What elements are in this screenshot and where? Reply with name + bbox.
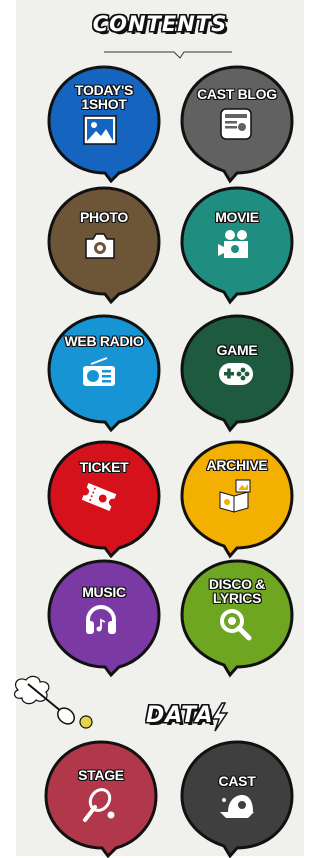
camera-icon (85, 233, 115, 259)
blog-icon (220, 108, 252, 140)
lightning-icon (210, 702, 229, 732)
menu-todays-1shot-button[interactable]: TODAY'S 1SHOT (45, 63, 163, 184)
ticket-icon (81, 483, 117, 511)
gamepad-icon (219, 363, 253, 385)
racket-doodle-icon (13, 675, 93, 729)
headphones-icon (86, 605, 116, 634)
menu-disco-lyrics-button[interactable]: DISCO & LYRICS (178, 557, 296, 678)
tennis-racket-icon (83, 788, 115, 822)
menu-label: MUSIC (82, 584, 126, 600)
menu-label: MOVIE (215, 209, 259, 225)
menu-label: CAST BLOG (197, 86, 277, 102)
menu-stage-button[interactable]: STAGE (42, 738, 160, 858)
menu-ticket-button[interactable]: TICKET (45, 438, 163, 559)
contents-heading: CONTENTS (92, 12, 228, 36)
video-camera-icon (218, 230, 248, 258)
menu-label: WEB RADIO (64, 333, 144, 349)
menu-label: TODAY'S 1SHOT (74, 82, 134, 112)
radio-icon (83, 357, 115, 386)
menu-cast-button[interactable]: CAST (178, 738, 296, 858)
heading-underline (104, 51, 232, 59)
menu-web-radio-button[interactable]: WEB RADIO (45, 312, 163, 433)
menu-music-button[interactable]: MUSIC (45, 557, 163, 678)
menu-cast-blog-button[interactable]: CAST BLOG (178, 63, 296, 184)
menu-label: ARCHIVE (206, 457, 268, 473)
menu-movie-button[interactable]: MOVIE (178, 184, 296, 305)
menu-label: STAGE (78, 767, 124, 783)
menu-archive-button[interactable]: ARCHIVE (178, 438, 296, 559)
menu-label: GAME (216, 342, 258, 358)
cap-icon (220, 795, 254, 818)
menu-game-button[interactable]: GAME (178, 312, 296, 433)
image-icon (83, 115, 117, 145)
archive-book-icon (219, 479, 251, 513)
menu-label: TICKET (79, 459, 129, 475)
data-heading: DATA (146, 703, 214, 728)
menu-label: PHOTO (79, 209, 129, 225)
magnifier-icon (220, 609, 252, 641)
menu-label: CAST (218, 773, 256, 789)
menu-label: DISCO & LYRICS (208, 576, 266, 606)
menu-photo-button[interactable]: PHOTO (45, 184, 163, 305)
